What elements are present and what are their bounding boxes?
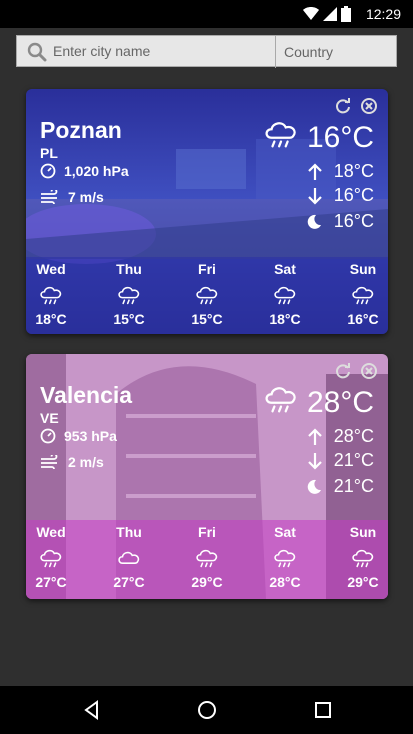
pressure-value: 1,020 hPa [64, 163, 129, 179]
moon-icon [307, 214, 321, 229]
forecast-day: Sun 29°C [347, 524, 379, 590]
refresh-icon[interactable] [334, 97, 352, 115]
card-content: Poznan PL 1,020 hPa 7 m/s 16°C 18°C 16°C… [26, 89, 388, 334]
status-icons [303, 5, 351, 23]
pressure: 1,020 hPa [40, 163, 129, 179]
wind: 2 m/s [40, 454, 104, 470]
rain-cloud-icon [194, 283, 220, 307]
forecast-strip: Wed 18°C Thu 15°C Fri 15°C Sat 18°C Sun 16°C [26, 257, 388, 334]
forecast-day: Fri 29°C [191, 524, 223, 590]
rain-cloud-icon [272, 283, 298, 307]
night-temperature: 21°C [306, 476, 374, 497]
rain-cloud-icon [194, 546, 220, 570]
cloud-icon [116, 546, 142, 570]
wind-icon [41, 455, 58, 469]
current-temperature: 16°C [306, 121, 374, 154]
rain-cloud-icon [262, 117, 300, 151]
search-icon [27, 42, 47, 62]
forecast-day: Sun 16°C [347, 261, 379, 327]
close-icon[interactable] [360, 362, 378, 380]
wifi-icon [303, 7, 319, 20]
phone-screen: 12:29 Enter city name Country Poznan PL … [0, 0, 413, 734]
wind-value: 2 m/s [68, 454, 104, 470]
search-bar [16, 35, 406, 68]
navigation-bar [0, 686, 413, 734]
forecast-strip: Wed 27°C Thu 27°C Fri 29°C Sat 28°C Sun 29°C [26, 520, 388, 597]
rain-cloud-icon [350, 283, 376, 307]
forecast-day: Thu 15°C [113, 261, 145, 327]
status-time: 12:29 [365, 6, 401, 22]
app-content: Poznan PL 1,020 hPa 7 m/s 16°C 18°C [0, 28, 413, 686]
wind: 7 m/s [40, 189, 104, 205]
max-temperature: 18°C [308, 161, 374, 182]
arrow-up-icon [308, 427, 322, 445]
card-content: Valencia VE 953 hPa 2 m/s 28°C 28°C 21°C… [26, 354, 388, 599]
close-icon[interactable] [360, 97, 378, 115]
country-code: VE [40, 410, 59, 426]
gauge-icon [40, 163, 56, 179]
rain-cloud-icon [350, 546, 376, 570]
forecast-day: Sat 28°C [269, 524, 301, 590]
moon-icon [307, 479, 321, 494]
home-icon[interactable] [195, 698, 219, 722]
signal-icon [323, 7, 337, 21]
country-code: PL [40, 145, 58, 161]
current-temperature: 28°C [306, 386, 374, 419]
rain-cloud-icon [38, 283, 64, 307]
rain-cloud-icon [262, 382, 300, 416]
forecast-day: Wed 27°C [35, 524, 67, 590]
card-actions [334, 97, 378, 115]
forecast-day: Fri 15°C [191, 261, 223, 327]
weather-card-poznan[interactable]: Poznan PL 1,020 hPa 7 m/s 16°C 18°C 16°C… [26, 89, 388, 334]
forecast-day: Wed 18°C [35, 261, 67, 327]
rain-cloud-icon [272, 546, 298, 570]
min-temperature: 16°C [308, 185, 374, 206]
city-search-input[interactable] [53, 36, 273, 66]
pressure: 953 hPa [40, 428, 117, 444]
rain-cloud-icon [38, 546, 64, 570]
city-name: Poznan [40, 117, 122, 143]
arrow-up-icon [308, 162, 322, 180]
wind-icon [41, 190, 58, 204]
gauge-icon [40, 428, 56, 444]
min-temperature: 21°C [308, 450, 374, 471]
forecast-day: Thu 27°C [113, 524, 145, 590]
arrow-down-icon [308, 452, 322, 470]
recents-icon[interactable] [311, 698, 335, 722]
max-temperature: 28°C [308, 426, 374, 447]
pressure-value: 953 hPa [64, 428, 117, 444]
weather-card-valencia[interactable]: Valencia VE 953 hPa 2 m/s 28°C 28°C 21°C… [26, 354, 388, 599]
rain-cloud-icon [116, 283, 142, 307]
night-temperature: 16°C [306, 211, 374, 232]
card-actions [334, 362, 378, 380]
back-icon[interactable] [80, 698, 104, 722]
forecast-day: Sat 18°C [269, 261, 301, 327]
country-input[interactable] [275, 36, 406, 68]
status-bar: 12:29 [0, 0, 413, 28]
arrow-down-icon [308, 187, 322, 205]
wind-value: 7 m/s [68, 189, 104, 205]
battery-icon [341, 6, 351, 22]
city-name: Valencia [40, 382, 133, 408]
refresh-icon[interactable] [334, 362, 352, 380]
